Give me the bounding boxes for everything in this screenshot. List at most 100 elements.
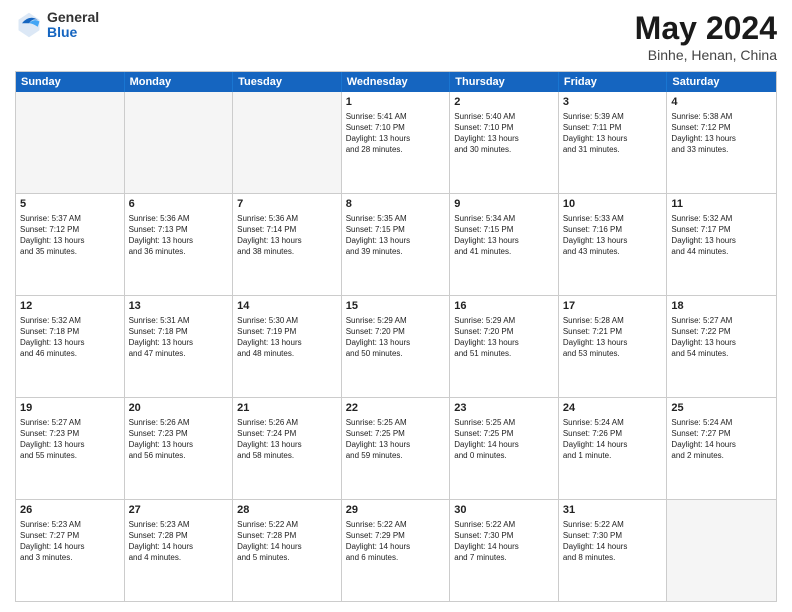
cal-cell: 24Sunrise: 5:24 AM Sunset: 7:26 PM Dayli…: [559, 398, 668, 499]
week-row-3: 19Sunrise: 5:27 AM Sunset: 7:23 PM Dayli…: [16, 397, 776, 499]
day-number: 5: [20, 197, 120, 212]
cell-detail: Sunrise: 5:33 AM Sunset: 7:16 PM Dayligh…: [563, 213, 663, 258]
cell-detail: Sunrise: 5:24 AM Sunset: 7:27 PM Dayligh…: [671, 417, 772, 462]
cell-detail: Sunrise: 5:27 AM Sunset: 7:22 PM Dayligh…: [671, 315, 772, 360]
cal-cell: 7Sunrise: 5:36 AM Sunset: 7:14 PM Daylig…: [233, 194, 342, 295]
day-number: 3: [563, 95, 663, 110]
cal-cell: 27Sunrise: 5:23 AM Sunset: 7:28 PM Dayli…: [125, 500, 234, 601]
cal-cell: [16, 92, 125, 193]
cell-detail: Sunrise: 5:22 AM Sunset: 7:30 PM Dayligh…: [563, 519, 663, 564]
day-number: 30: [454, 503, 554, 518]
cal-cell: 14Sunrise: 5:30 AM Sunset: 7:19 PM Dayli…: [233, 296, 342, 397]
day-number: 21: [237, 401, 337, 416]
day-number: 18: [671, 299, 772, 314]
calendar-body: 1Sunrise: 5:41 AM Sunset: 7:10 PM Daylig…: [16, 92, 776, 601]
day-number: 1: [346, 95, 446, 110]
calendar-header: SundayMondayTuesdayWednesdayThursdayFrid…: [16, 72, 776, 92]
day-number: 9: [454, 197, 554, 212]
cal-cell: [233, 92, 342, 193]
day-number: 23: [454, 401, 554, 416]
cal-cell: 30Sunrise: 5:22 AM Sunset: 7:30 PM Dayli…: [450, 500, 559, 601]
day-number: 25: [671, 401, 772, 416]
header-day-wednesday: Wednesday: [342, 72, 451, 92]
cal-cell: 19Sunrise: 5:27 AM Sunset: 7:23 PM Dayli…: [16, 398, 125, 499]
cell-detail: Sunrise: 5:39 AM Sunset: 7:11 PM Dayligh…: [563, 111, 663, 156]
day-number: 13: [129, 299, 229, 314]
cell-detail: Sunrise: 5:38 AM Sunset: 7:12 PM Dayligh…: [671, 111, 772, 156]
cal-cell: 6Sunrise: 5:36 AM Sunset: 7:13 PM Daylig…: [125, 194, 234, 295]
cell-detail: Sunrise: 5:37 AM Sunset: 7:12 PM Dayligh…: [20, 213, 120, 258]
day-number: 7: [237, 197, 337, 212]
logo-blue: Blue: [47, 25, 99, 40]
cal-cell: 29Sunrise: 5:22 AM Sunset: 7:29 PM Dayli…: [342, 500, 451, 601]
logo-icon: [15, 11, 43, 39]
cell-detail: Sunrise: 5:36 AM Sunset: 7:13 PM Dayligh…: [129, 213, 229, 258]
day-number: 6: [129, 197, 229, 212]
header: General Blue May 2024 Binhe, Henan, Chin…: [15, 10, 777, 63]
title-block: May 2024 Binhe, Henan, China: [635, 10, 777, 63]
cal-cell: 2Sunrise: 5:40 AM Sunset: 7:10 PM Daylig…: [450, 92, 559, 193]
cell-detail: Sunrise: 5:32 AM Sunset: 7:17 PM Dayligh…: [671, 213, 772, 258]
day-number: 29: [346, 503, 446, 518]
title-month: May 2024: [635, 10, 777, 47]
day-number: 4: [671, 95, 772, 110]
cell-detail: Sunrise: 5:35 AM Sunset: 7:15 PM Dayligh…: [346, 213, 446, 258]
cal-cell: 16Sunrise: 5:29 AM Sunset: 7:20 PM Dayli…: [450, 296, 559, 397]
header-day-monday: Monday: [125, 72, 234, 92]
cal-cell: 17Sunrise: 5:28 AM Sunset: 7:21 PM Dayli…: [559, 296, 668, 397]
day-number: 26: [20, 503, 120, 518]
day-number: 17: [563, 299, 663, 314]
cal-cell: 26Sunrise: 5:23 AM Sunset: 7:27 PM Dayli…: [16, 500, 125, 601]
cell-detail: Sunrise: 5:25 AM Sunset: 7:25 PM Dayligh…: [346, 417, 446, 462]
day-number: 11: [671, 197, 772, 212]
cal-cell: 22Sunrise: 5:25 AM Sunset: 7:25 PM Dayli…: [342, 398, 451, 499]
header-day-saturday: Saturday: [667, 72, 776, 92]
cell-detail: Sunrise: 5:23 AM Sunset: 7:27 PM Dayligh…: [20, 519, 120, 564]
day-number: 20: [129, 401, 229, 416]
day-number: 10: [563, 197, 663, 212]
day-number: 12: [20, 299, 120, 314]
day-number: 8: [346, 197, 446, 212]
cal-cell: 1Sunrise: 5:41 AM Sunset: 7:10 PM Daylig…: [342, 92, 451, 193]
day-number: 14: [237, 299, 337, 314]
cal-cell: 12Sunrise: 5:32 AM Sunset: 7:18 PM Dayli…: [16, 296, 125, 397]
cal-cell: 15Sunrise: 5:29 AM Sunset: 7:20 PM Dayli…: [342, 296, 451, 397]
day-number: 19: [20, 401, 120, 416]
cal-cell: [125, 92, 234, 193]
cal-cell: 10Sunrise: 5:33 AM Sunset: 7:16 PM Dayli…: [559, 194, 668, 295]
cell-detail: Sunrise: 5:30 AM Sunset: 7:19 PM Dayligh…: [237, 315, 337, 360]
header-day-thursday: Thursday: [450, 72, 559, 92]
cal-cell: 13Sunrise: 5:31 AM Sunset: 7:18 PM Dayli…: [125, 296, 234, 397]
cell-detail: Sunrise: 5:34 AM Sunset: 7:15 PM Dayligh…: [454, 213, 554, 258]
cal-cell: 18Sunrise: 5:27 AM Sunset: 7:22 PM Dayli…: [667, 296, 776, 397]
logo: General Blue: [15, 10, 99, 41]
day-number: 31: [563, 503, 663, 518]
cell-detail: Sunrise: 5:26 AM Sunset: 7:23 PM Dayligh…: [129, 417, 229, 462]
cal-cell: 11Sunrise: 5:32 AM Sunset: 7:17 PM Dayli…: [667, 194, 776, 295]
day-number: 16: [454, 299, 554, 314]
cal-cell: 5Sunrise: 5:37 AM Sunset: 7:12 PM Daylig…: [16, 194, 125, 295]
calendar: SundayMondayTuesdayWednesdayThursdayFrid…: [15, 71, 777, 602]
cal-cell: 8Sunrise: 5:35 AM Sunset: 7:15 PM Daylig…: [342, 194, 451, 295]
cal-cell: 21Sunrise: 5:26 AM Sunset: 7:24 PM Dayli…: [233, 398, 342, 499]
cell-detail: Sunrise: 5:22 AM Sunset: 7:30 PM Dayligh…: [454, 519, 554, 564]
header-day-sunday: Sunday: [16, 72, 125, 92]
cell-detail: Sunrise: 5:29 AM Sunset: 7:20 PM Dayligh…: [346, 315, 446, 360]
title-location: Binhe, Henan, China: [635, 47, 777, 63]
page: General Blue May 2024 Binhe, Henan, Chin…: [0, 0, 792, 612]
cal-cell: 20Sunrise: 5:26 AM Sunset: 7:23 PM Dayli…: [125, 398, 234, 499]
cell-detail: Sunrise: 5:27 AM Sunset: 7:23 PM Dayligh…: [20, 417, 120, 462]
cell-detail: Sunrise: 5:24 AM Sunset: 7:26 PM Dayligh…: [563, 417, 663, 462]
cell-detail: Sunrise: 5:26 AM Sunset: 7:24 PM Dayligh…: [237, 417, 337, 462]
cal-cell: 9Sunrise: 5:34 AM Sunset: 7:15 PM Daylig…: [450, 194, 559, 295]
week-row-0: 1Sunrise: 5:41 AM Sunset: 7:10 PM Daylig…: [16, 92, 776, 193]
day-number: 28: [237, 503, 337, 518]
cal-cell: 31Sunrise: 5:22 AM Sunset: 7:30 PM Dayli…: [559, 500, 668, 601]
cell-detail: Sunrise: 5:29 AM Sunset: 7:20 PM Dayligh…: [454, 315, 554, 360]
week-row-1: 5Sunrise: 5:37 AM Sunset: 7:12 PM Daylig…: [16, 193, 776, 295]
cell-detail: Sunrise: 5:31 AM Sunset: 7:18 PM Dayligh…: [129, 315, 229, 360]
day-number: 22: [346, 401, 446, 416]
cell-detail: Sunrise: 5:41 AM Sunset: 7:10 PM Dayligh…: [346, 111, 446, 156]
header-day-tuesday: Tuesday: [233, 72, 342, 92]
cell-detail: Sunrise: 5:23 AM Sunset: 7:28 PM Dayligh…: [129, 519, 229, 564]
